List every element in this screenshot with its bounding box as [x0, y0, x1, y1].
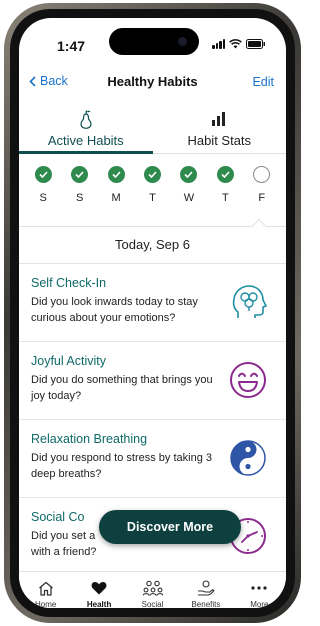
habit-question-line: with a friend? [31, 546, 97, 558]
day-label: F [258, 192, 266, 204]
day-label: S [75, 192, 84, 204]
day-label: T [149, 192, 156, 204]
back-button[interactable]: Back [29, 74, 68, 88]
habit-title: Self Check-In [31, 276, 107, 290]
day-wednesday[interactable]: W [178, 166, 200, 210]
selected-date: Today, Sep 6 [19, 226, 286, 264]
check-icon [71, 166, 89, 183]
app-screen: 1:47 Back Healthy Habits Edit Active Hab… [19, 18, 286, 608]
brain-head-icon [232, 285, 267, 318]
habit-title: Relaxation Breathing [31, 432, 148, 446]
tab-active-habits[interactable]: Active Habits [19, 102, 153, 154]
nav-bar: Back Healthy Habits Edit [19, 70, 286, 96]
tab-habit-stats[interactable]: Habit Stats [153, 102, 287, 153]
day-label: W [183, 192, 195, 204]
tab-label: Habit Stats [187, 133, 252, 148]
tab-label: Benefits [191, 600, 221, 608]
status-time: 1:47 [57, 38, 86, 54]
check-icon [216, 166, 234, 183]
check-icon [143, 166, 161, 183]
day-label: T [221, 192, 229, 204]
tab-label: More [250, 600, 269, 608]
empty-circle-icon [253, 166, 271, 183]
tab-label: Social [141, 600, 164, 608]
day-monday[interactable]: M [105, 166, 127, 210]
check-icon [180, 166, 198, 183]
yin-yang-icon [230, 440, 266, 476]
signal-icon [212, 39, 225, 49]
tab-social[interactable]: Social [126, 572, 179, 608]
more-icon [251, 586, 267, 590]
day-label: S [39, 192, 47, 204]
back-label: Back [40, 74, 68, 88]
hand-icon [197, 580, 215, 596]
habit-question: Did you do something that brings you joy… [31, 374, 213, 402]
habit-card-joyful-activity[interactable]: Joyful Activity Did you do something tha… [19, 342, 286, 420]
bottom-tab-bar: Home Health Social Benefits More [19, 571, 286, 608]
check-icon [107, 166, 125, 183]
wifi-icon [229, 39, 242, 49]
tab-label: Active Habits [47, 133, 124, 148]
smile-icon [230, 362, 266, 398]
battery-icon [246, 39, 265, 49]
tab-label: Health [86, 600, 112, 608]
status-bar: 1:47 [19, 18, 286, 64]
people-icon [142, 580, 163, 596]
heart-icon [91, 582, 107, 595]
bar-chart-icon [212, 112, 226, 126]
day-friday[interactable]: F [251, 166, 273, 210]
discover-more-button[interactable]: Discover More [99, 510, 241, 544]
tab-more[interactable]: More [233, 572, 286, 608]
habit-card-relaxation-breathing[interactable]: Relaxation Breathing Did you respond to … [19, 420, 286, 498]
habit-tabs: Active Habits Habit Stats [19, 102, 286, 154]
edit-button[interactable]: Edit [252, 75, 274, 89]
camera-icon [178, 37, 187, 46]
tab-home[interactable]: Home [19, 572, 72, 608]
phone-bezel: 1:47 Back Healthy Habits Edit Active Hab… [10, 9, 295, 617]
day-tuesday[interactable]: T [141, 166, 163, 210]
pear-icon [80, 110, 92, 129]
tab-health[interactable]: Health [72, 572, 125, 608]
dynamic-island [109, 28, 199, 55]
day-saturday[interactable]: S [69, 166, 91, 210]
habit-question-line: Did you set a [31, 530, 96, 542]
check-icon [34, 166, 52, 183]
system-icons [212, 39, 266, 49]
week-tracker: S S M T W T F [19, 166, 286, 210]
habit-question: Did you respond to stress by taking 3 de… [31, 452, 212, 480]
chevron-left-icon [29, 75, 36, 87]
habit-title: Joyful Activity [31, 354, 107, 368]
tab-benefits[interactable]: Benefits [179, 572, 232, 608]
home-icon [38, 581, 53, 596]
day-label: M [111, 192, 121, 204]
phone-frame: 1:47 Back Healthy Habits Edit Active Hab… [4, 3, 301, 623]
habit-question: Did you look inwards today to stay curio… [31, 296, 198, 324]
habit-card-self-check-in[interactable]: Self Check-In Did you look inwards today… [19, 264, 286, 342]
day-sunday[interactable]: S [32, 166, 54, 210]
tab-label: Home [35, 600, 57, 608]
day-thursday[interactable]: T [214, 166, 236, 210]
